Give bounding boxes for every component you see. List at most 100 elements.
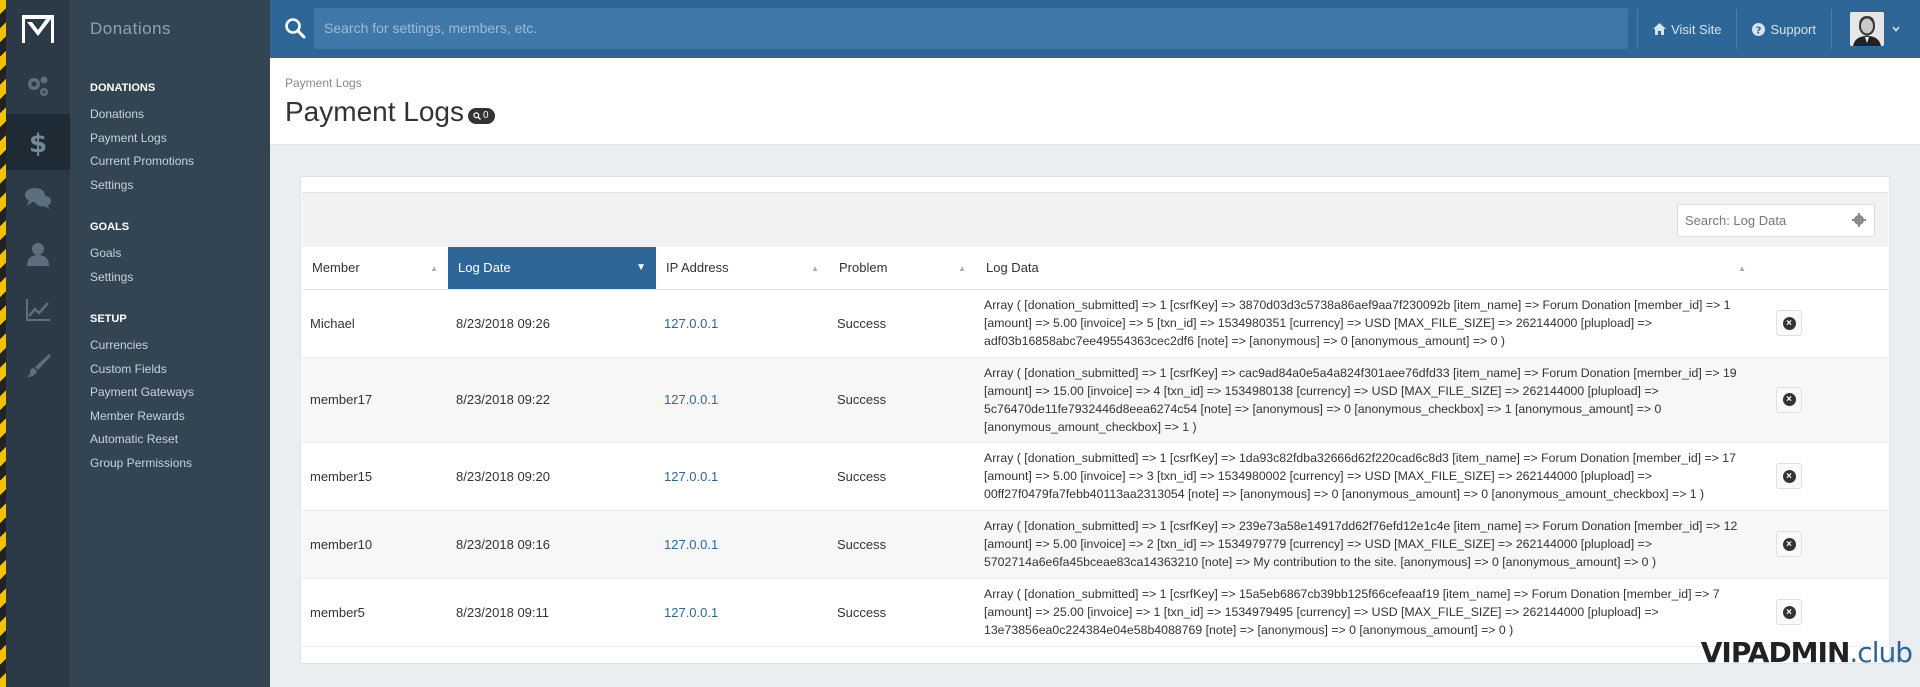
menu-item-custom-fields[interactable]: Custom Fields: [90, 358, 270, 382]
cell-member: member10: [302, 510, 448, 579]
cell-actions: ×: [1756, 442, 1888, 511]
menu-item-payment-logs[interactable]: Payment Logs: [90, 127, 270, 151]
page-title: Payment Logs: [285, 96, 464, 127]
table-header-row: Member ▲ Log Date ▼ IP Address ▲ Problem ▲ L…: [302, 247, 1888, 290]
cell-member: member15: [302, 442, 448, 511]
delete-log-button[interactable]: ×: [1776, 386, 1802, 413]
cell-log-data: Array ( [donation_submitted] => 1 [csrfK…: [976, 442, 1756, 511]
rail-donations[interactable]: $: [6, 114, 70, 170]
column-header-log-date[interactable]: Log Date ▼: [448, 247, 656, 290]
rail-stats[interactable]: [6, 282, 70, 338]
cell-log-data: Array ( [donation_submitted] => 1 [csrfK…: [976, 289, 1756, 358]
cell-log-date: 8/23/2018 09:16: [448, 510, 656, 579]
menu-item-payment-gateways[interactable]: Payment Gateways: [90, 381, 270, 405]
menu-item-current-promotions[interactable]: Current Promotions: [90, 150, 270, 174]
table-row: member15 8/23/2018 09:20 127.0.0.1 Succe…: [302, 442, 1888, 511]
menu-item-donation-settings[interactable]: Settings: [90, 174, 270, 198]
avatar: [1850, 12, 1884, 46]
user-menu[interactable]: [1832, 0, 1920, 58]
question-circle-icon: ?: [1752, 22, 1766, 36]
gear-icon[interactable]: [1852, 213, 1866, 227]
menu-item-goals[interactable]: Goals: [90, 242, 270, 266]
cell-problem: Success: [829, 289, 976, 358]
watermark: VIPADMIN.club: [1700, 636, 1913, 669]
support-label: Support: [1770, 21, 1816, 37]
cell-ip-link[interactable]: 127.0.0.1: [656, 357, 829, 443]
cell-actions: ×: [1756, 357, 1888, 443]
cell-ip-link[interactable]: 127.0.0.1: [656, 578, 829, 647]
rail-system[interactable]: [6, 58, 70, 114]
close-circle-icon: ×: [1782, 605, 1796, 619]
sort-icon: ▲: [430, 264, 438, 273]
sort-icon: ▲: [958, 264, 966, 273]
global-search-input[interactable]: [314, 8, 1628, 49]
menu-item-goal-settings[interactable]: Settings: [90, 266, 270, 290]
app-logo[interactable]: [6, 0, 70, 58]
watermark-part2: .club: [1849, 636, 1913, 669]
cell-ip-link[interactable]: 127.0.0.1: [656, 442, 829, 511]
cell-log-date: 8/23/2018 09:22: [448, 357, 656, 443]
search-icon[interactable]: [284, 17, 306, 39]
cell-log-data: Array ( [donation_submitted] => 1 [csrfK…: [976, 510, 1756, 579]
delete-log-button[interactable]: ×: [1776, 599, 1802, 625]
column-header-problem[interactable]: Problem ▲: [829, 247, 976, 290]
svg-text:?: ?: [1756, 25, 1762, 36]
menu-item-donations[interactable]: Donations: [90, 103, 270, 127]
gears-icon: [28, 76, 48, 96]
menu-item-automatic-reset[interactable]: Automatic Reset: [90, 428, 270, 452]
rail-community[interactable]: [6, 170, 70, 226]
table-toolbar: Search: Log Data: [302, 192, 1888, 247]
sort-desc-icon: ▼: [636, 262, 646, 273]
sub-menu: Donations Donations Donations Payment Lo…: [70, 0, 270, 687]
menu-item-group-permissions[interactable]: Group Permissions: [90, 452, 270, 476]
home-icon: [1653, 23, 1667, 35]
watermark-part1: VIPADMIN: [1700, 636, 1851, 669]
close-circle-icon: ×: [1782, 537, 1796, 551]
visit-site-label: Visit Site: [1671, 21, 1722, 37]
cell-log-data: Array ( [donation_submitted] => 1 [csrfK…: [976, 578, 1756, 647]
menu-heading: Donations: [90, 82, 156, 94]
column-header-member[interactable]: Member ▲: [302, 247, 448, 290]
table-row: member5 8/23/2018 09:11 127.0.0.1 Succes…: [302, 578, 1888, 647]
user-icon: [27, 243, 49, 266]
menu-section-setup: Setup Currencies Custom Fields Payment G…: [70, 313, 270, 475]
delete-log-button[interactable]: ×: [1776, 310, 1802, 336]
cell-ip-link[interactable]: 127.0.0.1: [656, 510, 829, 579]
page-header: Payment Logs Payment Logs 0: [270, 58, 1920, 145]
table-row: member17 8/23/2018 09:22 127.0.0.1 Succe…: [302, 357, 1888, 443]
breadcrumb[interactable]: Payment Logs: [285, 76, 362, 90]
delete-log-button[interactable]: ×: [1776, 531, 1802, 557]
column-header-log-data[interactable]: Log Data ▲: [976, 247, 1756, 290]
cell-member: Michael: [302, 289, 448, 358]
menu-heading: Setup: [90, 313, 127, 325]
support-link[interactable]: ? Support: [1737, 0, 1831, 58]
section-title: Donations: [90, 19, 172, 38]
logo-icon: [22, 15, 54, 43]
sort-icon: ▲: [1738, 264, 1746, 273]
visit-site-link[interactable]: Visit Site: [1638, 0, 1736, 58]
rail-members[interactable]: [6, 226, 70, 282]
menu-item-currencies[interactable]: Currencies: [90, 334, 270, 358]
menu-section-goals: Goals Goals Settings: [70, 221, 270, 289]
close-circle-icon: ×: [1782, 469, 1796, 483]
avatar-portrait-icon: [1850, 12, 1884, 46]
payment-logs-table: Member ▲ Log Date ▼ IP Address ▲ Problem ▲ L…: [302, 247, 1888, 647]
search-count-badge: 0: [468, 108, 495, 124]
rail-customization[interactable]: [6, 338, 70, 394]
table-row: member10 8/23/2018 09:16 127.0.0.1 Succe…: [302, 510, 1888, 579]
chat-bubbles-icon: [25, 188, 51, 209]
top-links: Visit Site ? Support: [1637, 0, 1920, 58]
cell-problem: Success: [829, 510, 976, 579]
log-data-filter-input[interactable]: Search: Log Data: [1677, 204, 1875, 237]
cell-ip-link[interactable]: 127.0.0.1: [656, 289, 829, 358]
cell-log-date: 8/23/2018 09:20: [448, 442, 656, 511]
cell-actions: ×: [1756, 289, 1888, 358]
line-chart-icon: [26, 299, 50, 321]
svg-text:$: $: [29, 129, 47, 156]
dollar-icon: $: [29, 129, 47, 156]
column-header-ip-address[interactable]: IP Address ▲: [656, 247, 829, 290]
delete-log-button[interactable]: ×: [1776, 463, 1802, 489]
cell-log-data: Array ( [donation_submitted] => 1 [csrfK…: [976, 357, 1756, 443]
menu-item-member-rewards[interactable]: Member Rewards: [90, 405, 270, 429]
cell-actions: ×: [1756, 510, 1888, 579]
